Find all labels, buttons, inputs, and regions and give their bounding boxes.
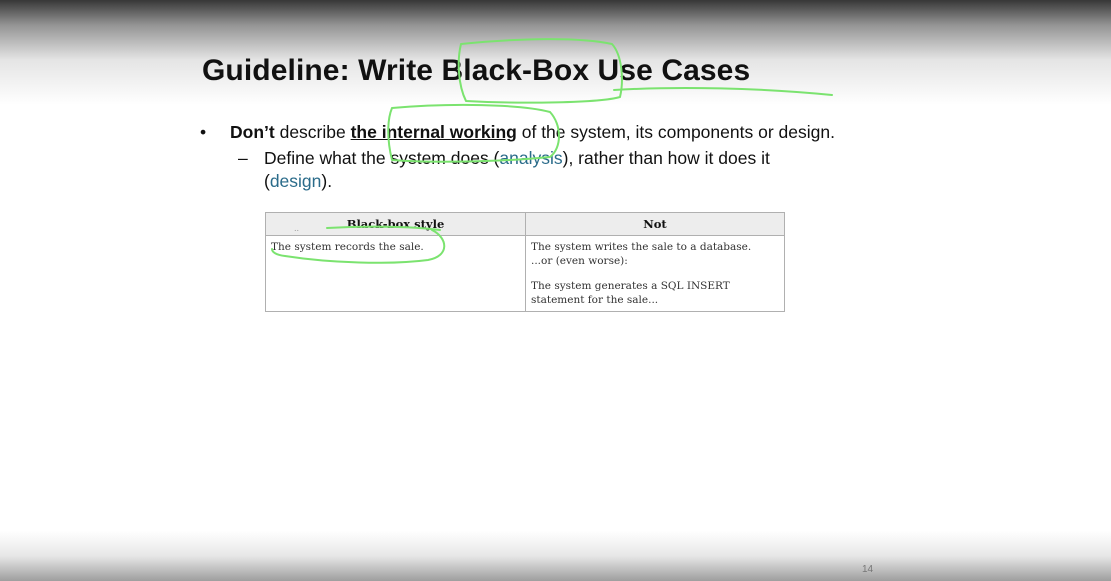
ink-title-underline [613,86,833,96]
design-keyword: design [269,171,322,191]
sub-bullet-marker: – [238,148,248,168]
sub-bullet-text-1: Define what the system does ( [264,148,500,168]
not-cell: The system writes the sale to a database… [525,235,785,312]
bullet-list: • Don’t describe the internal working of… [200,121,840,193]
black-box-example: The system records the sale. [271,241,424,253]
slide-title: Guideline: Write Black-Box Use Cases [202,54,751,87]
analysis-keyword: analysis [499,148,563,168]
bullet-marker: • [200,122,207,142]
page-number: 14 [862,564,874,575]
slide-canvas: Guideline: Write Black-Box Use Cases • D… [0,0,1111,581]
bullet-item: • Don’t describe the internal working of… [200,121,840,144]
not-example-connector: ...or (even worse): [531,255,628,267]
table-header-black-box: .. Black-box style [265,212,526,236]
bullet-text-1: describe [274,122,351,142]
header-mark: .. [294,224,300,233]
bullet-lead: Don’t [230,122,275,142]
header-label-not: Not [643,217,667,231]
black-box-cell: The system records the sale. [265,235,526,312]
sub-bullet-item: – Define what the system does (analysis)… [200,147,840,193]
bullet-emphasis: the internal working [350,122,517,142]
bullet-text-2: of the system, its components or design. [516,122,835,142]
table-header-not: Not [525,212,785,236]
bottom-vignette [0,531,1111,581]
comparison-table: .. Black-box style Not The system record… [265,212,785,312]
table-row: The system records the sale. The system … [265,235,785,312]
not-example-1: The system writes the sale to a database… [531,241,752,253]
table-header-row: .. Black-box style Not [265,212,785,236]
header-label-black-box: Black-box style [346,217,445,231]
sub-bullet-text-3: ). [321,171,333,191]
not-example-2: The system generates a SQL INSERT statem… [531,280,730,306]
